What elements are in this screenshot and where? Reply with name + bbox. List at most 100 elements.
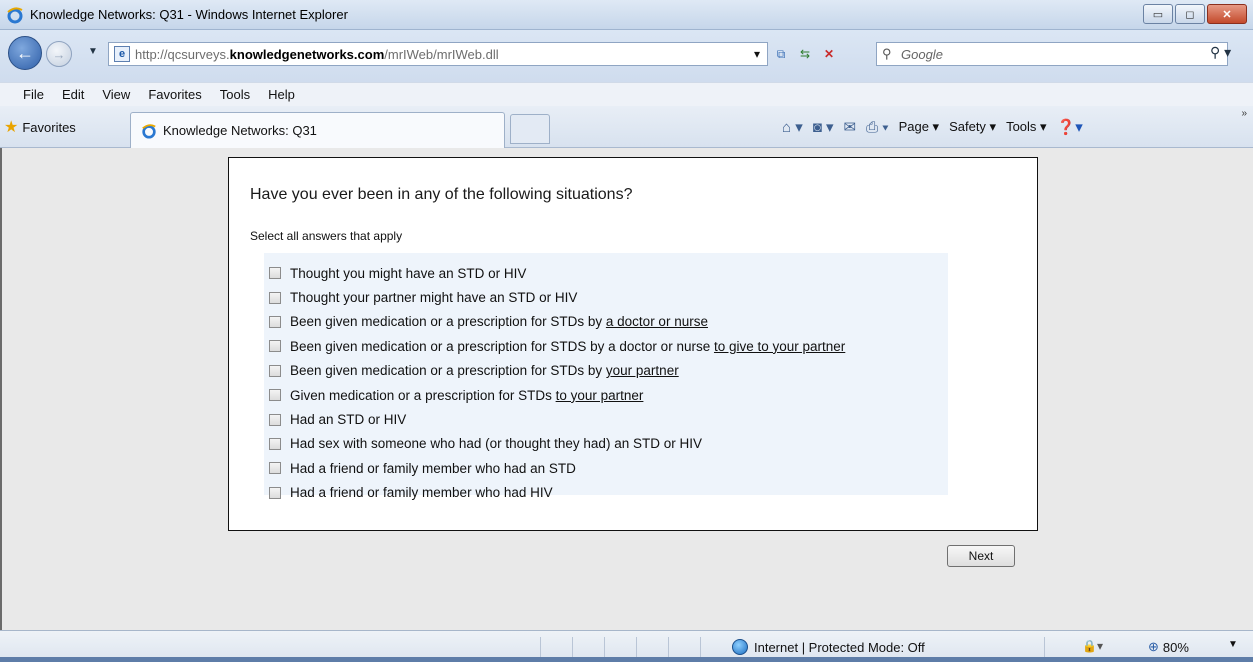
answer-option[interactable]: Had an STD or HIV: [264, 407, 948, 431]
answer-option[interactable]: Thought you might have an STD or HIV: [264, 261, 948, 285]
menu-edit[interactable]: Edit: [53, 87, 93, 102]
answer-checkbox[interactable]: [269, 315, 281, 328]
address-input[interactable]: e http://qcsurveys. knowledgenetworks.com…: [108, 42, 768, 66]
status-divider: [636, 637, 637, 659]
address-dropdown-icon[interactable]: ▾: [748, 45, 766, 63]
menu-view[interactable]: View: [93, 87, 139, 102]
search-icon[interactable]: ⚲ ▾: [1210, 44, 1231, 61]
taskbar-edge: [0, 657, 1253, 662]
command-bar: ⌂ ▾ ◙ ▾ ✉ ⎙ ▾ Page ▾ Safety ▾ Tools ▾ ❓▾: [782, 118, 1083, 137]
forward-button[interactable]: →: [46, 41, 72, 67]
zoom-icon: ⊕: [1148, 639, 1159, 654]
answer-option[interactable]: Given medication or a prescription for S…: [264, 383, 948, 407]
answer-text: Had a friend or family member who had HI…: [290, 485, 553, 501]
answer-checkbox[interactable]: [269, 267, 281, 280]
close-button[interactable]: ✕: [1207, 4, 1247, 24]
zone-label: Internet | Protected Mode: Off: [754, 639, 925, 655]
answer-text: Had sex with someone who had (or thought…: [290, 436, 702, 452]
menu-tools[interactable]: Tools: [211, 87, 259, 102]
tools-menu[interactable]: Tools ▾: [1006, 119, 1047, 135]
mail-icon[interactable]: ✉: [844, 118, 857, 136]
answer-text: Thought you might have an STD or HIV: [290, 265, 527, 281]
answer-option[interactable]: Had a friend or family member who had an…: [264, 456, 948, 480]
answer-checkbox[interactable]: [269, 413, 281, 426]
favorites-bar: ★ Favorites Knowledge Networks: Q31 ⌂ ▾ …: [0, 106, 1253, 148]
answer-checkbox[interactable]: [269, 437, 281, 450]
survey-panel: Have you ever been in any of the followi…: [228, 157, 1038, 531]
menu-help[interactable]: Help: [259, 87, 304, 102]
url-prefix: http://qcsurveys.: [135, 46, 230, 62]
safety-menu[interactable]: Safety ▾: [949, 119, 996, 135]
protected-mode-icon[interactable]: 🔒▾: [1082, 639, 1103, 653]
favorites-label: Favorites: [22, 119, 76, 135]
answer-checkbox[interactable]: [269, 291, 281, 304]
next-button[interactable]: Next: [947, 545, 1015, 567]
arrow-right-icon: →: [52, 46, 66, 62]
status-divider: [572, 637, 573, 659]
help-icon[interactable]: ❓▾: [1057, 118, 1083, 136]
security-zone[interactable]: Internet | Protected Mode: Off: [732, 639, 925, 655]
status-divider: [700, 637, 701, 659]
print-icon[interactable]: ⎙ ▾: [866, 119, 888, 136]
zoom-control[interactable]: ⊕ 80%: [1148, 639, 1189, 655]
answer-list: Thought you might have an STD or HIV Tho…: [264, 253, 948, 500]
answer-text: Been given medication or a prescription …: [290, 363, 606, 379]
answer-text: Been given medication or a prescription …: [290, 338, 714, 354]
answer-emphasis: to give to your partner: [713, 338, 846, 354]
answer-option[interactable]: Been given medication or a prescription …: [264, 334, 948, 358]
answer-text: Had a friend or family member who had an…: [290, 460, 576, 476]
answer-option[interactable]: Been given medication or a prescription …: [264, 359, 948, 383]
answer-option[interactable]: Thought your partner might have an STD o…: [264, 285, 948, 309]
answer-option[interactable]: Had a friend or family member who had HI…: [264, 481, 948, 505]
url-path: /mrIWeb/mrIWeb.dll: [384, 46, 499, 62]
address-toolbar: ← → ▼ e http://qcsurveys. knowledgenetwor…: [0, 30, 1253, 82]
page-content: Have you ever been in any of the followi…: [0, 148, 1253, 630]
new-tab-button[interactable]: [510, 114, 550, 144]
answer-text: Had an STD or HIV: [290, 412, 407, 428]
answer-text: Given medication or a prescription for S…: [290, 387, 556, 403]
tab-knowledge-networks[interactable]: Knowledge Networks: Q31: [130, 112, 505, 148]
page-icon: e: [114, 46, 130, 62]
menu-file[interactable]: File: [14, 87, 53, 102]
feeds-icon[interactable]: ◙ ▾: [813, 118, 834, 136]
question-text: Have you ever been in any of the followi…: [250, 186, 633, 203]
status-divider: [540, 637, 541, 659]
chevron-more-icon[interactable]: »: [1241, 108, 1247, 119]
window-title: Knowledge Networks: Q31 - Windows Intern…: [30, 7, 348, 22]
ie-logo-icon: [7, 7, 23, 24]
back-button[interactable]: ←: [8, 36, 42, 70]
menu-bar: File Edit View Favorites Tools Help: [0, 82, 1253, 106]
answer-option[interactable]: Been given medication or a prescription …: [264, 310, 948, 334]
answer-emphasis: your partner: [605, 363, 679, 379]
answer-emphasis: a doctor or nurse: [605, 314, 708, 330]
status-divider: [668, 637, 669, 659]
recent-pages-dropdown-icon[interactable]: ▼: [88, 46, 98, 57]
address-tools: ▾ ⧉ ⇆ ✕: [748, 42, 838, 66]
refresh-icon[interactable]: ⇆: [796, 45, 814, 63]
window-controls: ▭ ◻ ✕: [1143, 4, 1247, 24]
favorites-button[interactable]: ★ Favorites: [4, 116, 76, 138]
url-host: knowledgenetworks.com: [229, 46, 385, 62]
answer-checkbox[interactable]: [269, 462, 281, 475]
answer-text: Thought your partner might have an STD o…: [290, 290, 578, 306]
maximize-button[interactable]: ◻: [1175, 4, 1205, 24]
answer-checkbox[interactable]: [269, 389, 281, 402]
minimize-button[interactable]: ▭: [1143, 4, 1173, 24]
zoom-dropdown-icon[interactable]: ▼: [1228, 639, 1238, 650]
search-input[interactable]: ⚲ Google: [876, 42, 1228, 66]
home-icon[interactable]: ⌂ ▾: [782, 118, 803, 136]
menu-favorites[interactable]: Favorites: [139, 87, 210, 102]
instruction-text: Select all answers that apply: [250, 229, 403, 243]
compatibility-view-icon[interactable]: ⧉: [772, 45, 790, 63]
zoom-level: 80%: [1162, 639, 1189, 655]
answer-option[interactable]: Had sex with someone who had (or thought…: [264, 432, 948, 456]
page-menu[interactable]: Page ▾: [899, 119, 940, 135]
globe-icon: [732, 639, 748, 655]
stop-icon[interactable]: ✕: [820, 45, 838, 63]
answer-text: Been given medication or a prescription …: [290, 314, 606, 330]
answer-emphasis: to your partner: [555, 387, 644, 403]
answer-checkbox[interactable]: [269, 364, 281, 377]
answer-checkbox[interactable]: [269, 486, 281, 499]
answer-checkbox[interactable]: [269, 340, 281, 353]
status-divider: [604, 637, 605, 659]
